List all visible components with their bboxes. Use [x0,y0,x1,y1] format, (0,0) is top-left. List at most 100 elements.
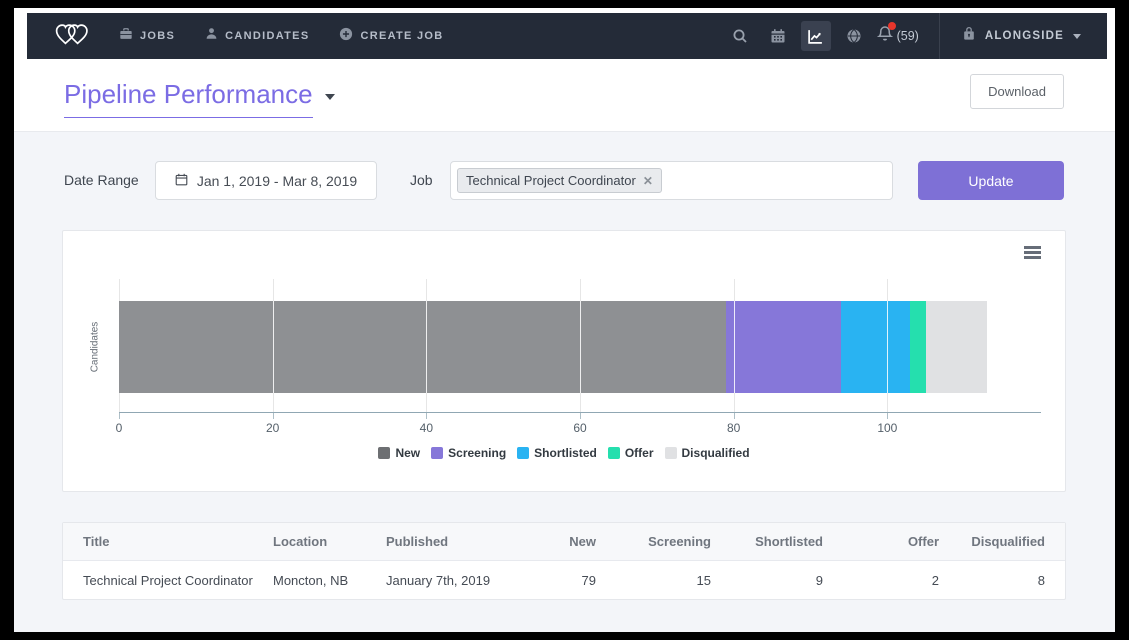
app-page: JOBS CANDIDATES CREATE JOB [14,8,1115,632]
legend-label: Offer [625,446,654,460]
account-label: ALONGSIDE [985,30,1064,42]
bar-gridline [887,301,888,393]
calendar-icon[interactable] [763,21,793,51]
bar-segment-new[interactable] [119,301,726,393]
legend-swatch [517,447,529,459]
organization-icon [962,26,976,46]
bar-gridline [273,301,274,393]
filters-bar: Date Range Jan 1, 2019 - Mar 8, 2019 Job… [14,161,1115,201]
legend-item-new[interactable]: New [378,446,420,460]
legend-item-offer[interactable]: Offer [608,446,654,460]
plot-area: 020406080100 Candidates [119,279,1041,413]
table-cell: Technical Project Coordinator [83,573,273,588]
legend-label: New [395,446,420,460]
notifications-bell[interactable]: (59) [877,25,919,47]
chart-legend: New Screening Shortlisted Offer Disqualified [63,446,1065,460]
report-selector[interactable]: Pipeline Performance [64,79,335,118]
table-row: Technical Project CoordinatorMoncton, NB… [63,561,1065,599]
nav-right: (59) ALONGSIDE [725,13,1107,59]
nav-item-label: JOBS [140,30,175,42]
analytics-icon[interactable] [801,21,831,51]
table-header-cell: Offer [823,534,939,549]
notification-count: (59) [897,29,919,43]
y-axis-label: Candidates [90,322,101,373]
bar-gridline [734,301,735,393]
job-label: Job [410,172,433,188]
tick-mark [426,413,427,419]
x-axis-line [119,412,1041,413]
nav-item-label: CANDIDATES [225,30,309,42]
briefcase-icon [119,27,133,46]
table-header-row: TitleLocationPublishedNewScreeningShortl… [63,523,1065,561]
legend-item-shortlisted[interactable]: Shortlisted [517,446,597,460]
date-range-label: Date Range [64,172,139,188]
tick-mark [580,413,581,419]
table-header-cell: Location [273,534,386,549]
plus-circle-icon [339,27,353,46]
notification-dot [888,22,896,30]
job-tag-label: Technical Project Coordinator [466,173,636,188]
table-header-cell: Title [83,534,273,549]
tick-mark [734,413,735,419]
nav-item-label: CREATE JOB [360,30,443,42]
legend-item-disqualified[interactable]: Disqualified [665,446,750,460]
legend-swatch [378,447,390,459]
nav-item-jobs[interactable]: JOBS [119,27,175,46]
table-cell: 79 [506,573,596,588]
legend-label: Disqualified [682,446,750,460]
tick-label: 80 [727,421,740,435]
legend-swatch [608,447,620,459]
table-header-cell: New [506,534,596,549]
chevron-down-icon [1073,34,1081,39]
tick-label: 20 [266,421,279,435]
bar-segment-shortlisted[interactable] [841,301,910,393]
results-table: TitleLocationPublishedNewScreeningShortl… [62,522,1066,600]
globe-icon[interactable] [839,21,869,51]
tick-mark [119,413,120,419]
table-cell: 2 [823,573,939,588]
table-header-cell: Shortlisted [711,534,823,549]
hearts-logo-icon [51,20,93,53]
update-button[interactable]: Update [918,161,1064,200]
date-range-input[interactable]: Jan 1, 2019 - Mar 8, 2019 [155,161,377,200]
table-cell: Moncton, NB [273,573,386,588]
chart-menu-icon[interactable] [1024,246,1041,261]
date-range-value: Jan 1, 2019 - Mar 8, 2019 [197,173,357,189]
tick-mark [273,413,274,419]
bar-segment-screening[interactable] [726,301,841,393]
legend-item-screening[interactable]: Screening [431,446,506,460]
bar-gridline [580,301,581,393]
tick-mark [887,413,888,419]
table-header-cell: Screening [596,534,711,549]
table-cell: 8 [939,573,1045,588]
legend-swatch [665,447,677,459]
stacked-bar[interactable] [119,301,987,393]
page-header: Pipeline Performance Download [14,59,1115,132]
chart-card: 020406080100 Candidates New Screening Shor… [62,230,1066,492]
search-icon[interactable] [725,21,755,51]
tick-label: 40 [420,421,433,435]
calendar-small-icon [175,173,188,189]
table-header-cell: Published [386,534,506,549]
tick-label: 60 [573,421,586,435]
remove-tag-icon[interactable]: ✕ [643,175,653,187]
table-header-cell: Disqualified [939,534,1045,549]
legend-label: Shortlisted [534,446,597,460]
tick-label: 100 [877,421,897,435]
nav-item-candidates[interactable]: CANDIDATES [205,27,309,45]
brand-logo[interactable] [51,20,93,53]
account-menu[interactable]: ALONGSIDE [940,13,1107,59]
job-tag-chip: Technical Project Coordinator ✕ [457,168,662,193]
nav-left: JOBS CANDIDATES CREATE JOB [27,20,474,53]
nav-item-create-job[interactable]: CREATE JOB [339,27,443,46]
title-caret-icon [325,94,335,100]
download-button[interactable]: Download [970,74,1064,109]
content-area: Date Range Jan 1, 2019 - Mar 8, 2019 Job… [14,132,1115,632]
bar-segment-offer[interactable] [910,301,925,393]
legend-swatch [431,447,443,459]
bar-segment-disqualified[interactable] [926,301,987,393]
job-select-input[interactable]: Technical Project Coordinator ✕ [450,161,893,200]
top-navbar: JOBS CANDIDATES CREATE JOB [27,13,1107,59]
table-body: Technical Project CoordinatorMoncton, NB… [63,561,1065,599]
table-cell: 15 [596,573,711,588]
